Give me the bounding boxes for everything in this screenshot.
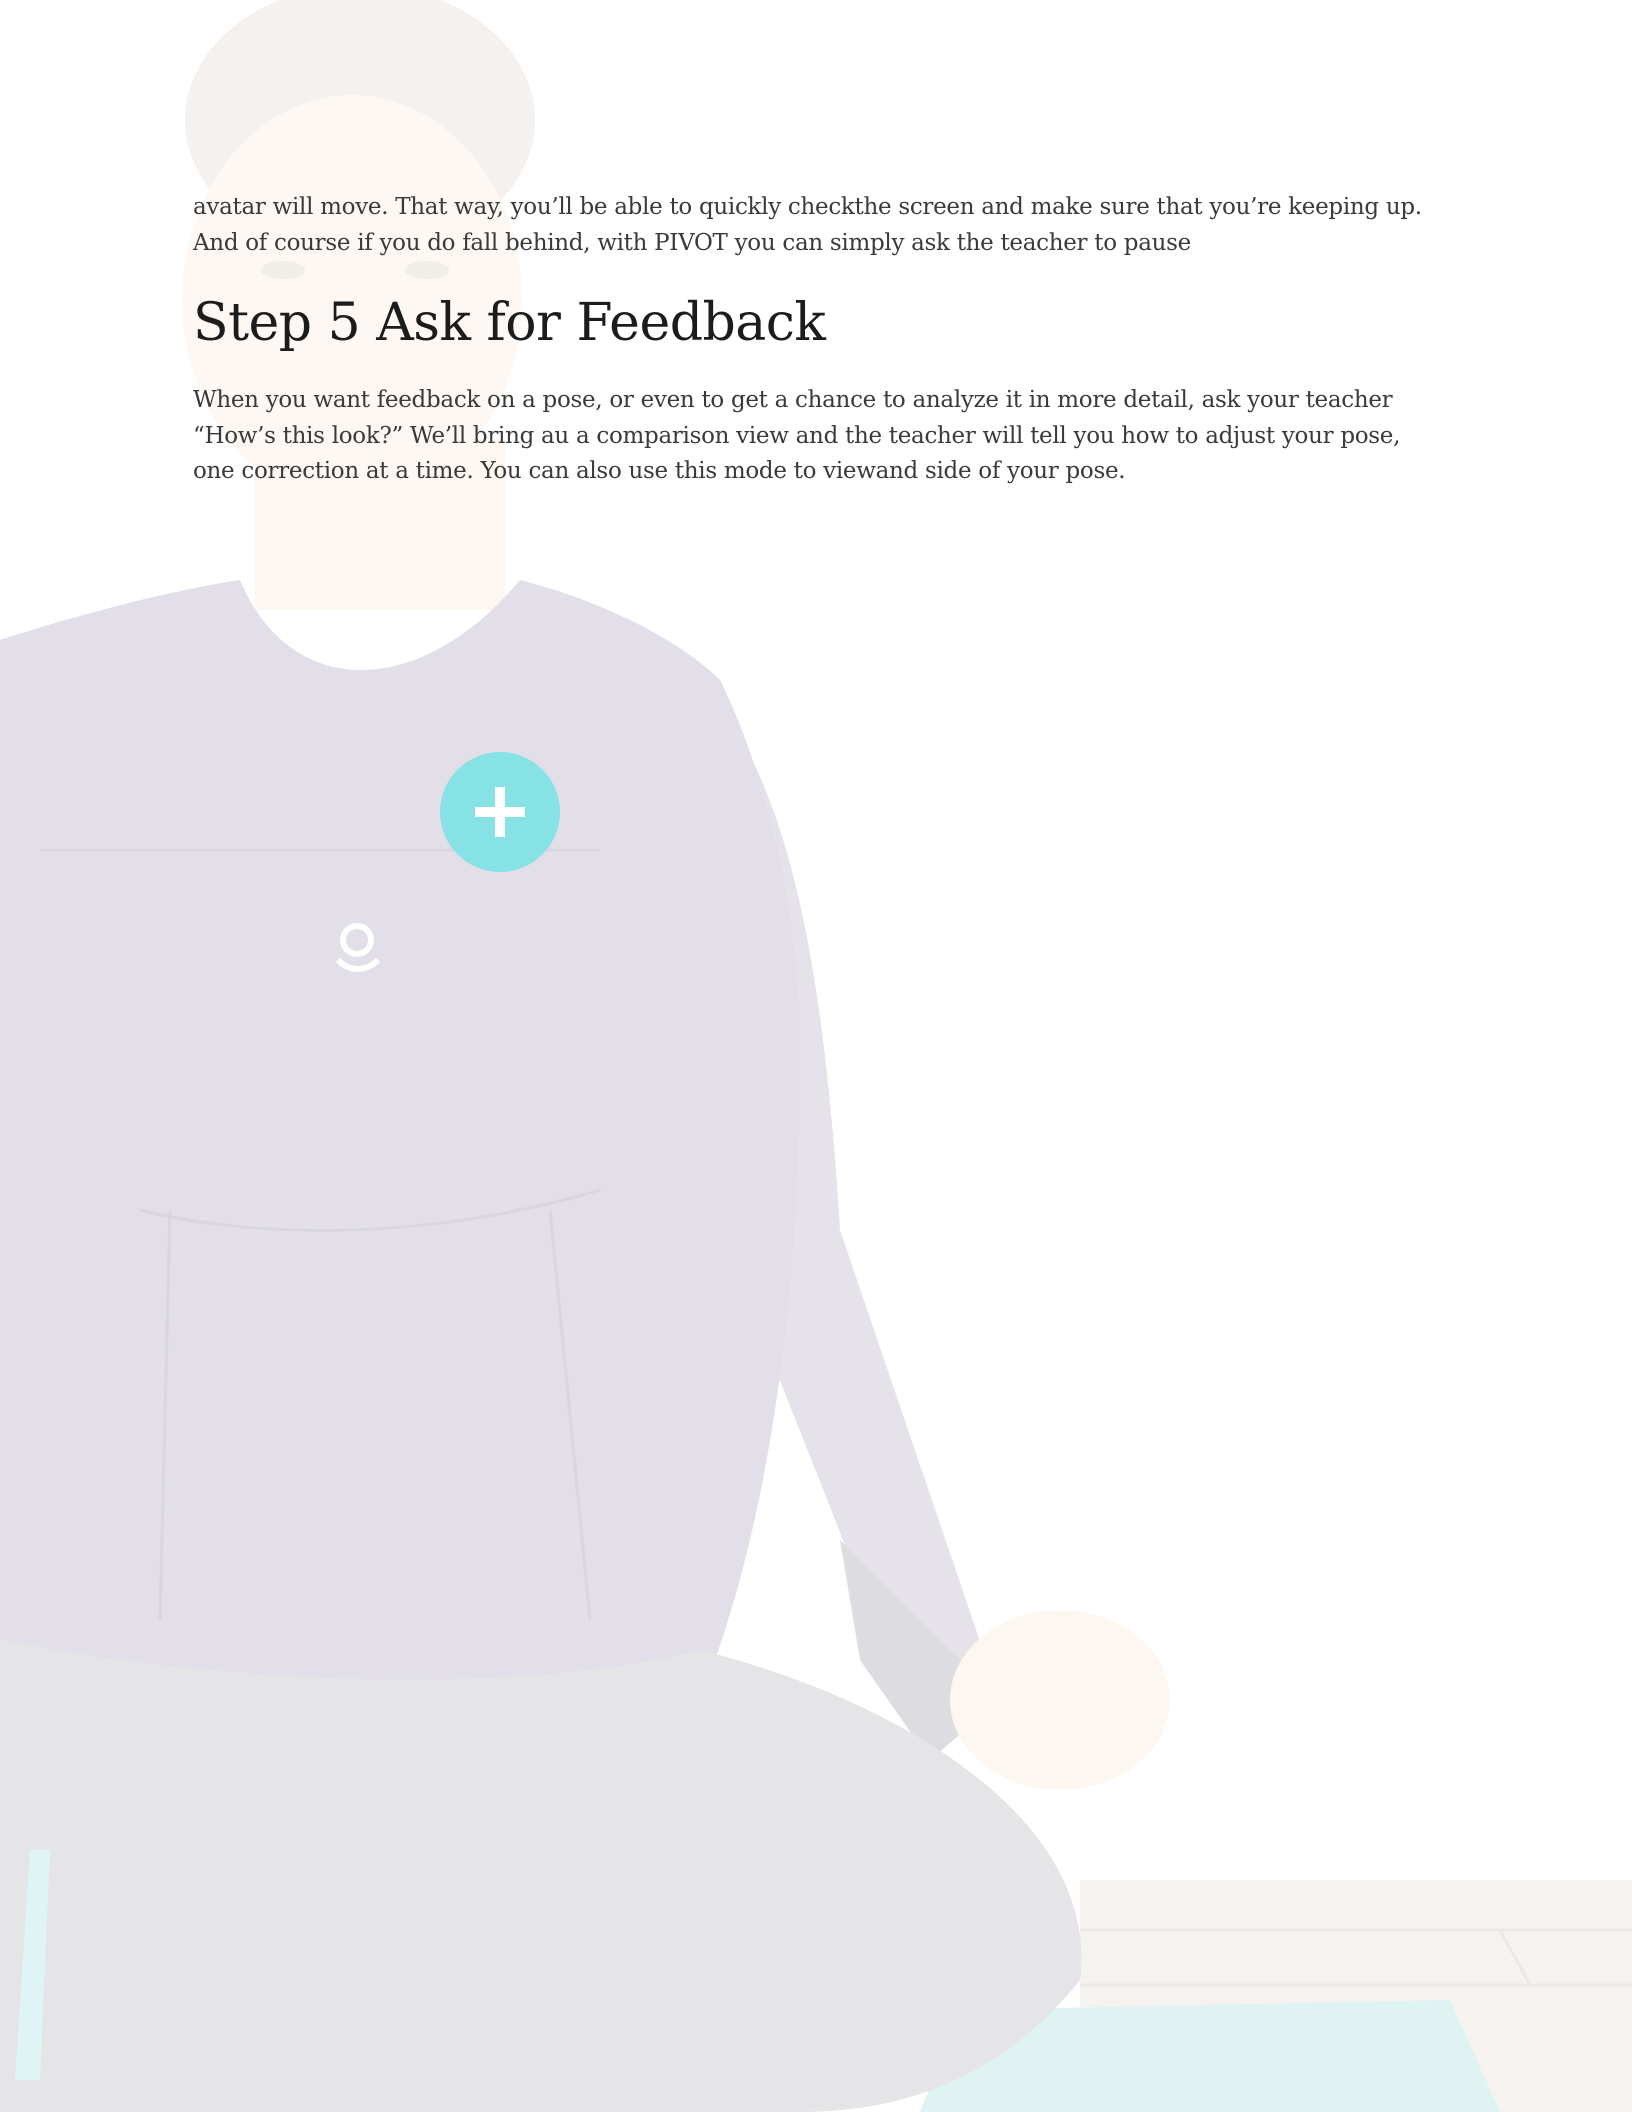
feedback-paragraph: When you want feedback on a pose, or eve… (193, 387, 1401, 484)
document-body: avatar will move. That way, you’ll be ab… (193, 190, 1443, 490)
intro-paragraph: avatar will move. That way, you’ll be ab… (193, 194, 1422, 256)
section-heading: Step 5 Ask for Feedback (193, 293, 826, 353)
